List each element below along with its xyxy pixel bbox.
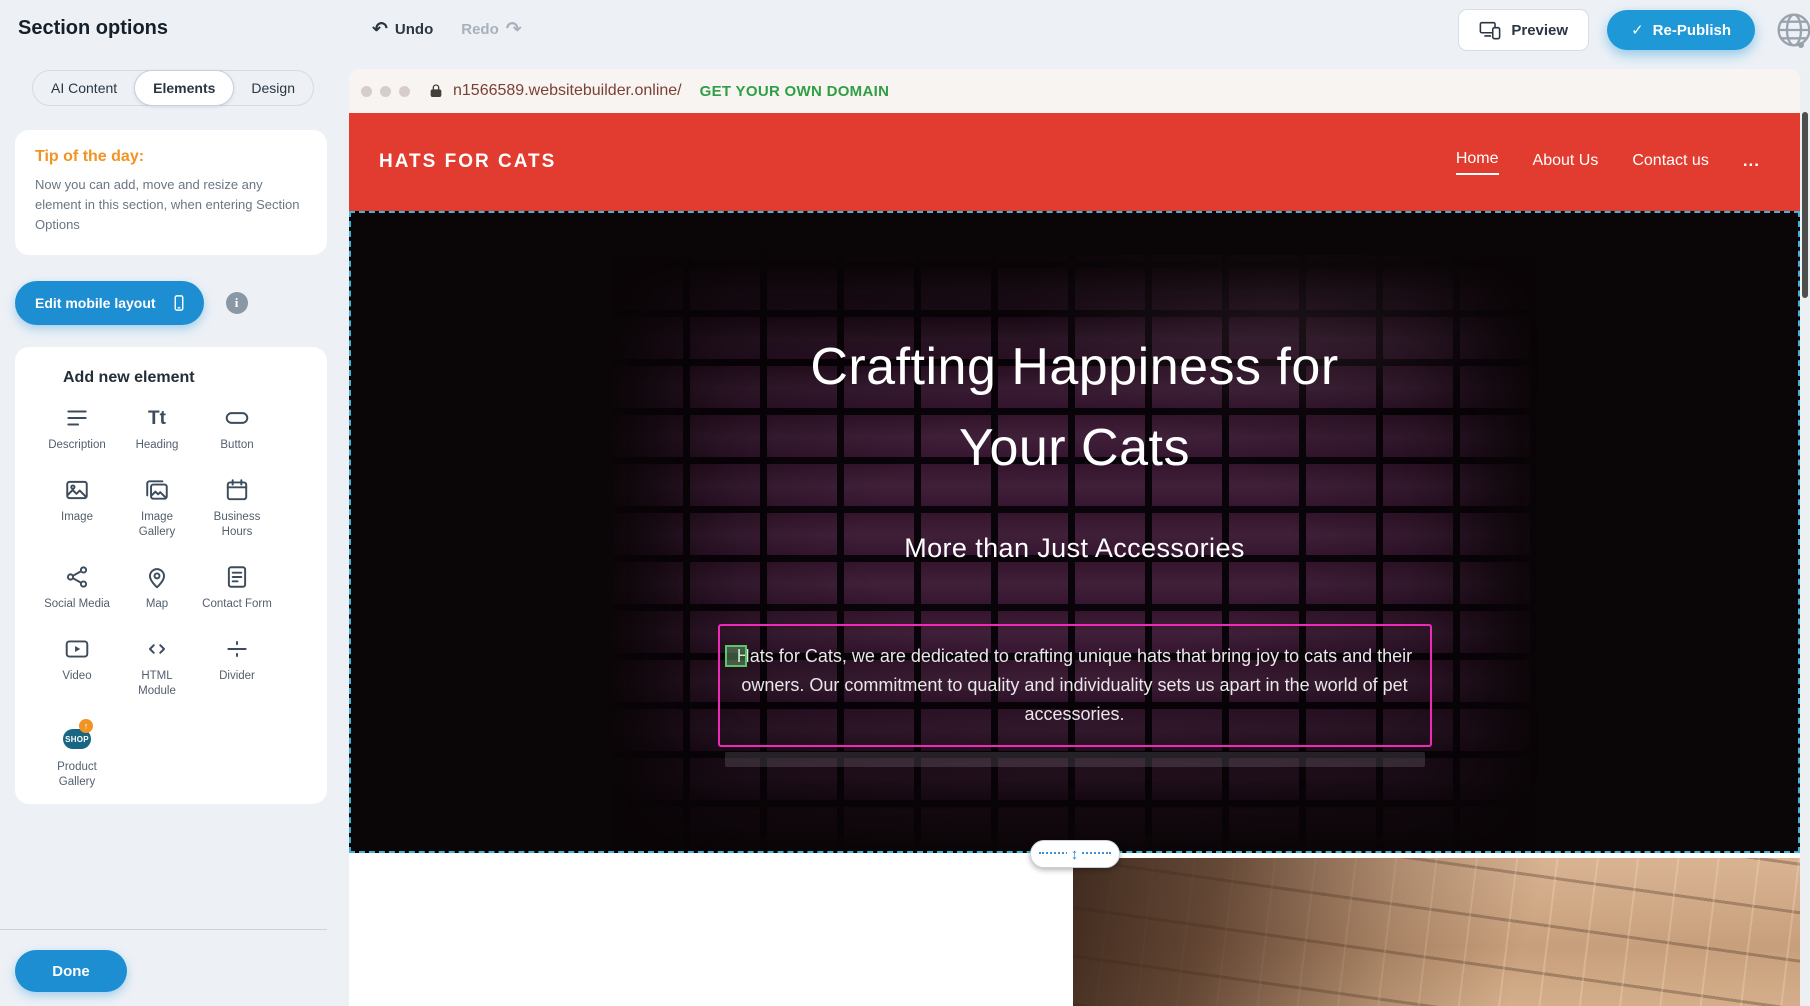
next-section-white-area (349, 853, 1073, 1006)
element-label: Contact Form (202, 597, 272, 612)
hero-paragraph: Hats for Cats, we are dedicated to craft… (728, 642, 1422, 728)
add-element-description[interactable]: Description (37, 405, 117, 453)
element-placeholder-outline (725, 752, 1425, 767)
add-element-divider[interactable]: Divider (197, 636, 277, 699)
business-hours-icon (224, 477, 250, 503)
tab-ai-content[interactable]: AI Content (33, 71, 135, 105)
element-drag-handle[interactable] (725, 645, 747, 667)
panel-tabs: AI Content Elements Design (32, 70, 314, 106)
window-controls (361, 86, 410, 97)
element-label: Button (220, 438, 253, 453)
phone-icon (170, 293, 188, 313)
preview-button[interactable]: Preview (1458, 9, 1589, 51)
element-label: Social Media (44, 597, 110, 612)
element-label: Image (61, 510, 93, 525)
map-pin-icon (144, 564, 170, 590)
top-actions: Preview ✓ Re-Publish (1458, 9, 1755, 51)
element-label: Heading (136, 438, 179, 453)
element-label: Map (146, 597, 168, 612)
nav-item-home[interactable]: Home (1456, 150, 1499, 175)
section-resize-handle[interactable]: ↕ (1030, 840, 1120, 868)
history-controls: ↶ Undo Redo ↷ (372, 0, 522, 58)
video-icon (64, 636, 90, 662)
redo-icon: ↷ (506, 20, 522, 39)
image-gallery-icon (144, 477, 170, 503)
add-element-title: Add new element (63, 369, 317, 387)
add-element-map[interactable]: Map (117, 564, 197, 612)
next-section[interactable] (349, 853, 1800, 1006)
description-icon (64, 405, 90, 431)
add-element-html-module[interactable]: HTML Module (117, 636, 197, 699)
image-icon (64, 477, 90, 503)
tab-elements[interactable]: Elements (134, 70, 234, 106)
element-label: HTML Module (122, 669, 192, 699)
tip-body: Now you can add, move and resize any ele… (35, 175, 307, 235)
hero-content: Crafting Happiness for Your Cats More th… (349, 211, 1800, 767)
tip-title: Tip of the day: (35, 148, 307, 166)
site-header: HATS FOR CATS Home About Us Contact us .… (349, 113, 1800, 211)
tab-design[interactable]: Design (233, 71, 313, 105)
add-element-button[interactable]: Button (197, 405, 277, 453)
check-icon: ✓ (1631, 21, 1644, 39)
social-media-icon (64, 564, 90, 590)
element-label: Image Gallery (122, 510, 192, 540)
contact-form-icon (224, 564, 250, 590)
element-label: Description (48, 438, 106, 453)
info-icon[interactable]: i (226, 292, 248, 314)
nav-more-icon[interactable]: ... (1743, 151, 1760, 173)
site-preview-canvas: n1566589.websitebuilder.online/ GET YOUR… (349, 69, 1800, 1006)
hero-subheading[interactable]: More than Just Accessories (349, 533, 1800, 564)
add-element-product-gallery[interactable]: SHOP ↑ Product Gallery (37, 723, 117, 790)
divider-icon (224, 636, 250, 662)
site-logo[interactable]: HATS FOR CATS (379, 151, 556, 173)
republish-button[interactable]: ✓ Re-Publish (1607, 10, 1755, 50)
add-element-image-gallery[interactable]: Image Gallery (117, 477, 197, 540)
upgrade-badge-icon: ↑ (79, 719, 93, 733)
add-element-card: Add new element Description Tt Heading B… (15, 347, 327, 804)
selected-paragraph-element[interactable]: Hats for Cats, we are dedicated to craft… (718, 624, 1432, 746)
hero-heading[interactable]: Crafting Happiness for Your Cats (349, 211, 1800, 489)
devices-icon (1479, 21, 1501, 39)
element-label: Video (62, 669, 91, 684)
undo-icon: ↶ (372, 20, 388, 39)
add-element-image[interactable]: Image (37, 477, 117, 540)
language-globe-icon[interactable] (1774, 10, 1810, 50)
get-domain-link[interactable]: GET YOUR OWN DOMAIN (700, 83, 890, 100)
site-nav: Home About Us Contact us ... (1456, 150, 1760, 175)
button-icon (224, 405, 250, 431)
add-element-business-hours[interactable]: Business Hours (197, 477, 277, 540)
product-gallery-icon: SHOP ↑ (61, 723, 93, 753)
top-toolbar: Section options ↶ Undo Redo ↷ Preview ✓ … (0, 0, 1810, 58)
page-title: Section options (18, 17, 168, 40)
add-element-contact-form[interactable]: Contact Form (197, 564, 277, 612)
edit-mobile-layout-button[interactable]: Edit mobile layout (15, 281, 204, 325)
add-element-heading[interactable]: Tt Heading (117, 405, 197, 453)
section-options-panel: AI Content Elements Design Tip of the da… (0, 58, 344, 1006)
tip-of-the-day-card: Tip of the day: Now you can add, move an… (15, 130, 327, 255)
scrollbar[interactable] (1802, 112, 1808, 298)
add-element-social-media[interactable]: Social Media (37, 564, 117, 612)
element-grid: Description Tt Heading Button (37, 405, 317, 790)
edit-mobile-row: Edit mobile layout i (15, 281, 329, 325)
lock-icon (428, 83, 444, 99)
browser-chrome-bar: n1566589.websitebuilder.online/ GET YOUR… (349, 69, 1800, 113)
redo-button[interactable]: Redo ↷ (461, 20, 521, 39)
hero-section-selected[interactable]: Crafting Happiness for Your Cats More th… (349, 211, 1800, 853)
cobblestone-photo (1073, 858, 1800, 1006)
add-element-video[interactable]: Video (37, 636, 117, 699)
nav-item-about-us[interactable]: About Us (1533, 152, 1599, 172)
notification-dot (1798, 42, 1804, 48)
undo-button[interactable]: ↶ Undo (372, 20, 433, 39)
panel-divider (0, 929, 327, 930)
site-url[interactable]: n1566589.websitebuilder.online/ (453, 82, 682, 100)
resize-arrows-icon: ↕ (1067, 847, 1083, 862)
done-button[interactable]: Done (15, 950, 127, 992)
heading-icon: Tt (144, 405, 170, 431)
element-label: Business Hours (202, 510, 272, 540)
code-icon (144, 636, 170, 662)
scrollbar-track (1801, 69, 1809, 1006)
element-label: Divider (219, 669, 255, 684)
element-label: Product Gallery (42, 760, 112, 790)
nav-item-contact-us[interactable]: Contact us (1632, 152, 1708, 172)
